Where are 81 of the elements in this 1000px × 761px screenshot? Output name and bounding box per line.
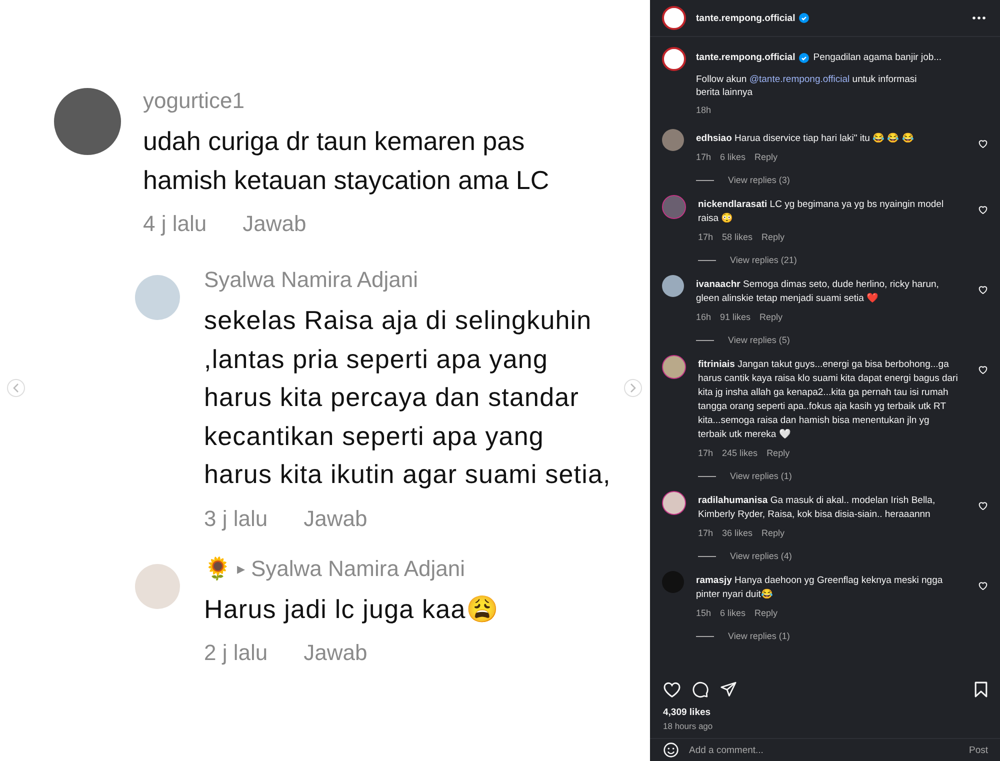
reply-link[interactable]: Jawab — [304, 504, 368, 534]
username[interactable]: Syalwa Namira Adjani — [204, 265, 418, 295]
replied-username[interactable]: Syalwa Namira Adjani — [251, 554, 465, 584]
like-count: 4,309 likes — [662, 706, 712, 719]
profile-avatar[interactable] — [662, 47, 686, 71]
username[interactable]: yogurtice1 — [143, 86, 613, 116]
comment-text: sekelas Raisa aja di selingkuhin ,lantas pria seperti apa yang harus kita percaya dan standar kecantikan seperti apa yang harus kita ikutin agar suami setia, — [204, 304, 612, 491]
comment-text: udah curiga dr taun kemaren pas hamish ketauan staycation ama LC — [143, 125, 550, 196]
chevron-left-icon — [12, 383, 20, 393]
like-count: 6 likes — [720, 607, 746, 620]
view-replies-link[interactable]: View replies (4) — [730, 550, 792, 562]
bookmark-icon[interactable] — [974, 680, 988, 698]
username[interactable]: edhsiao — [696, 133, 732, 144]
comment-text: edhsiao Harua diservice tiap hari laki" itu 😂 😂 😂 — [696, 132, 915, 146]
like-heart-icon[interactable] — [978, 365, 988, 374]
view-replies-link[interactable]: View replies (5) — [728, 334, 790, 346]
comment-text: fitriniais Jangan takut guys...energi ga bisa berbohong...ga harus cantik kaya raisa klo suami kita dapat energi bagus dari kita jg insha allah ga kenapa2...kita ga pernah tau isi rumah tangga orang seperti apa..fokus aja kasih yg terbaik utk RT kita...semoga raisa dan hamish bisa menentukan jln yg terbaik utk mereka 🤍 — [698, 358, 959, 442]
reply-link[interactable]: Reply — [766, 446, 790, 460]
chevron-right-icon — [629, 383, 637, 393]
avatar-photo[interactable] — [662, 275, 684, 297]
view-replies-link[interactable]: View replies (1) — [728, 630, 790, 642]
post-button[interactable]: Post — [968, 744, 988, 756]
comment-time: 15h — [696, 607, 712, 620]
username[interactable]: radilahumanisa — [698, 495, 768, 506]
comment-text: Harus jadi lc juga kaa😩 — [204, 592, 500, 626]
username[interactable]: tante.rempong.official — [696, 51, 796, 65]
comment-time: 3 j lalu — [204, 504, 268, 533]
avatar-photo[interactable] — [662, 129, 684, 151]
profile-avatar[interactable] — [662, 6, 686, 30]
post-time: 18h — [696, 104, 712, 117]
comment-text: ramasjy Hanya daehoon yg Greenflag keknya meski ngga pinter nyari duit😂 — [696, 574, 944, 602]
like-heart-icon[interactable] — [978, 581, 988, 590]
comment-time: 4 j lalu — [143, 210, 207, 238]
avatar-photo[interactable] — [662, 491, 686, 515]
comment-time: 17h — [698, 527, 714, 540]
username[interactable]: tante.rempong.official — [696, 12, 796, 24]
caption-title: Pengadilan agama banjir job... — [813, 51, 942, 65]
comment-time: 2 j lalu — [204, 639, 268, 667]
like-heart-icon[interactable] — [978, 205, 988, 214]
emoji-icon[interactable] — [663, 742, 679, 758]
like-count: 36 likes — [722, 527, 753, 540]
avatar-photo — [135, 275, 180, 320]
reply-link[interactable]: Jawab — [304, 638, 368, 668]
reply-link[interactable]: Reply — [762, 526, 785, 540]
reply-arrow: ▸ — [237, 560, 245, 578]
like-heart-icon[interactable] — [978, 139, 988, 148]
reply-link[interactable]: Reply — [760, 310, 783, 324]
view-replies-link[interactable]: View replies (3) — [728, 174, 790, 186]
like-heart-icon[interactable] — [978, 501, 988, 510]
like-heart-icon[interactable] — [978, 285, 988, 294]
like-count: 245 likes — [722, 447, 758, 460]
avatar-photo — [135, 564, 180, 608]
comment-text: ivanaachr Semoga dimas seto, dude herlino, ricky harun, gleen alinskie tetap menjadi suami setia ❤ — [696, 278, 940, 306]
comment-time: 17h — [696, 151, 712, 164]
comment-input[interactable]: Add a comment... — [689, 744, 959, 756]
comment-text: nickendlarasati LC yg begimana ya yg bs nyaingin model raisa 😳 — [698, 198, 945, 226]
post-time: 18 hours ago — [662, 720, 714, 733]
username[interactable]: ivanaachr — [696, 279, 740, 290]
like-count: 6 likes — [720, 151, 746, 164]
comment-time: 17h — [698, 447, 714, 460]
account-link[interactable]: @tante.rempong.official — [749, 74, 850, 85]
view-replies-link[interactable]: View replies (1) — [730, 470, 792, 482]
like-count: 91 likes — [720, 311, 751, 324]
caption-text: Follow akun @tante.rempong.official untuk informasi berita lainnya — [696, 73, 918, 99]
more-options-icon[interactable] — [972, 16, 986, 20]
username[interactable]: nickendlarasati — [698, 199, 768, 210]
username[interactable]: ramasjy — [696, 575, 732, 586]
comment-text: radilahumanisa Ga masuk di akal.. modelan Irish Bella, Kimberly Ryder, Raisa, kok bisa disia-siain.. heraaannn — [698, 494, 936, 522]
like-heart-icon[interactable] — [663, 680, 681, 698]
avatar-photo[interactable] — [662, 355, 686, 379]
comment-time: 17h — [698, 231, 714, 244]
username[interactable]: fitriniais — [698, 359, 735, 370]
reply-link[interactable]: Jawab — [242, 209, 306, 239]
reply-link[interactable]: Reply — [762, 230, 785, 244]
share-icon[interactable] — [720, 681, 737, 697]
reply-link[interactable]: Reply — [754, 150, 778, 164]
like-count: 58 likes — [722, 231, 753, 244]
comment-time: 16h — [696, 311, 712, 324]
comment-icon[interactable] — [692, 680, 709, 698]
reply-link[interactable]: Reply — [754, 606, 778, 620]
view-replies-link[interactable]: View replies (21) — [730, 254, 797, 266]
